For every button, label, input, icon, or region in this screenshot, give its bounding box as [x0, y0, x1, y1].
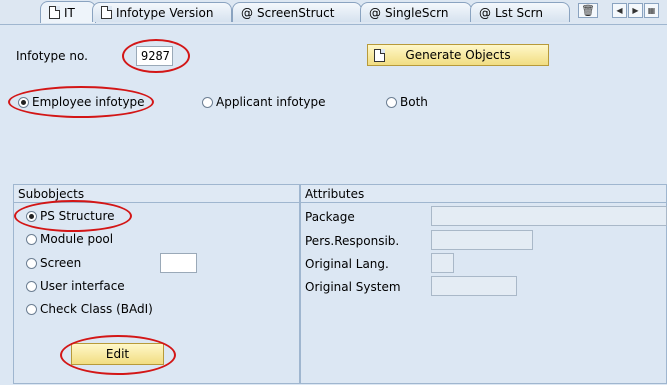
radio-selected-icon [18, 96, 29, 108]
radio-unselected-icon [26, 280, 37, 292]
tab-screenstruct[interactable]: @ ScreenStruct [232, 2, 362, 22]
tab-label: Infotype Version [116, 5, 214, 20]
generate-objects-button[interactable]: Generate Objects [367, 44, 549, 66]
infotype-no-input[interactable]: 9287 [136, 46, 173, 66]
tab-label: Lst Scrn [495, 5, 543, 20]
tab-lst-scrn[interactable]: @ Lst Scrn [470, 2, 570, 22]
radio-selected-icon [26, 210, 37, 222]
tab-infotype-version[interactable]: Infotype Version [92, 2, 232, 22]
radio-label: Both [400, 95, 428, 109]
document-icon [49, 6, 60, 19]
pers-responsib-field [431, 230, 533, 250]
tab-scroll-left-icon[interactable]: ◀ [612, 3, 627, 18]
tab-singlescrn[interactable]: @ SingleScrn [360, 2, 472, 22]
radio-label: Module pool [40, 232, 114, 246]
radio-unselected-icon [26, 303, 37, 315]
radio-ps-structure[interactable]: PS Structure [26, 209, 115, 223]
radio-user-interface[interactable]: User interface [26, 279, 125, 293]
radio-applicant-infotype[interactable]: Applicant infotype [202, 95, 326, 109]
radio-label: Screen [40, 256, 82, 270]
radio-module-pool[interactable]: Module pool [26, 232, 113, 246]
tab-strip: IT Infotype Version @ ScreenStruct @ Sin… [0, 0, 667, 24]
tab-it[interactable]: IT [40, 1, 96, 23]
subobjects-title: Subobjects [14, 185, 299, 203]
document-icon [101, 6, 112, 19]
trash-icon[interactable]: 🗑 [578, 3, 598, 18]
tab-label: ScreenStruct [257, 5, 335, 20]
radio-employee-infotype[interactable]: Employee infotype [18, 95, 145, 109]
swirl-icon: @ [241, 5, 253, 20]
swirl-icon: @ [369, 5, 381, 20]
attributes-title: Attributes [301, 185, 666, 203]
pers-responsib-label: Pers.Responsib. [305, 234, 400, 248]
radio-label: PS Structure [40, 209, 115, 223]
radio-unselected-icon [26, 233, 37, 245]
package-label: Package [305, 210, 355, 224]
radio-screen[interactable]: Screen [26, 256, 81, 270]
radio-label: Applicant infotype [216, 95, 326, 109]
tab-list-icon[interactable]: ▦ [644, 3, 659, 18]
swirl-icon: @ [479, 5, 491, 20]
radio-both[interactable]: Both [386, 95, 428, 109]
tab-scroll-right-icon[interactable]: ▶ [628, 3, 643, 18]
tab-label: SingleScrn [385, 5, 449, 20]
radio-label: Check Class (BAdI) [40, 302, 153, 316]
original-system-label: Original System [305, 280, 401, 294]
radio-label: User interface [40, 279, 125, 293]
screen-number-input[interactable] [160, 253, 197, 273]
tab-label: IT [64, 5, 75, 20]
edit-button[interactable]: Edit [71, 343, 164, 365]
original-lang-label: Original Lang. [305, 257, 389, 271]
original-lang-field [431, 253, 454, 273]
infotype-no-label: Infotype no. [16, 49, 88, 63]
document-icon [374, 49, 385, 62]
radio-unselected-icon [386, 96, 397, 108]
radio-unselected-icon [26, 257, 37, 269]
radio-check-class[interactable]: Check Class (BAdI) [26, 302, 153, 316]
original-system-field [431, 276, 517, 296]
generate-objects-label: Generate Objects [405, 48, 511, 62]
radio-unselected-icon [202, 96, 213, 108]
radio-label: Employee infotype [32, 95, 145, 109]
package-field [431, 206, 667, 226]
